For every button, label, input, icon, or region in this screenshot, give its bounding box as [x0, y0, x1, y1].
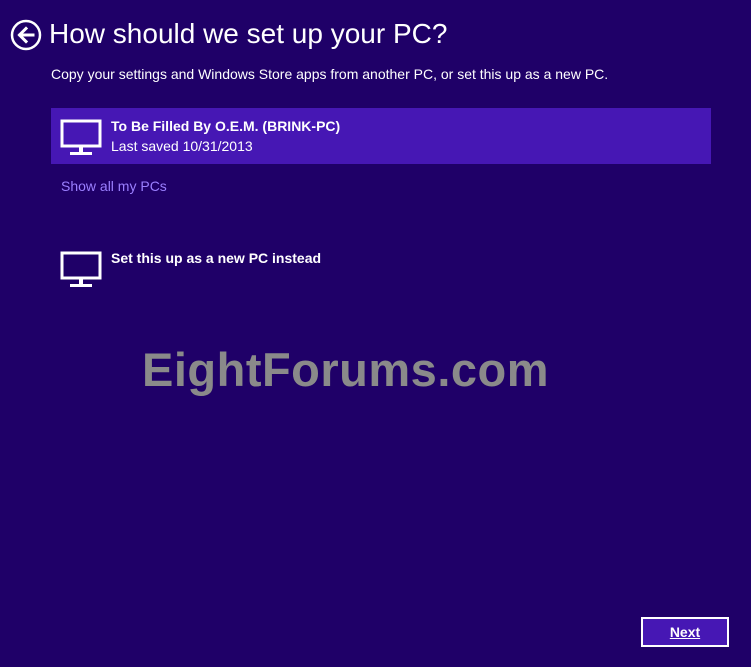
pc-last-saved: Last saved 10/31/2013 [111, 138, 253, 154]
back-button[interactable] [10, 19, 42, 51]
monitor-icon [60, 119, 102, 155]
page-title: How should we set up your PC? [49, 18, 448, 49]
monitor-icon [60, 251, 102, 287]
pc-name: To Be Filled By O.E.M. (BRINK-PC) [111, 118, 341, 134]
back-arrow-icon [10, 19, 42, 51]
page-subtitle: Copy your settings and Windows Store app… [51, 66, 609, 82]
watermark: EightForums.com [142, 343, 550, 396]
show-all-pcs-link[interactable]: Show all my PCs [61, 177, 167, 195]
next-button[interactable]: Next [641, 617, 729, 647]
pc-list-item-brink-pc[interactable]: To Be Filled By O.E.M. (BRINK-PC) Last s… [51, 108, 711, 164]
new-pc-label: Set this up as a new PC instead [111, 250, 322, 266]
new-pc-option[interactable]: Set this up as a new PC instead [51, 240, 711, 296]
